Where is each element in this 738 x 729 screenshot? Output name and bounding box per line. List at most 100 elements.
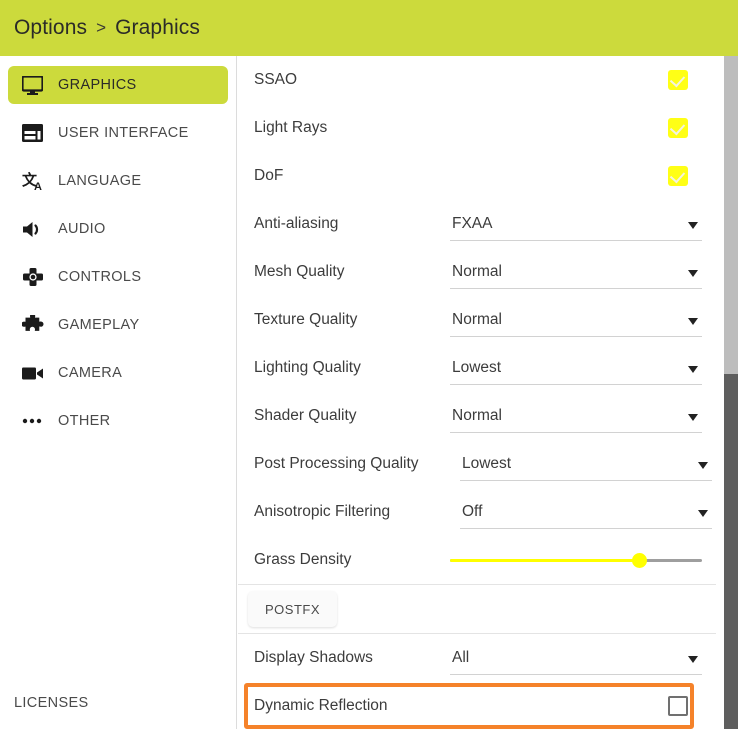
control-cell: FXAA (450, 200, 716, 248)
setting-row-display-shadows: Display Shadows All (238, 634, 716, 682)
licenses-link[interactable]: LICENSES (14, 695, 89, 711)
control-cell: Lowest (450, 344, 716, 392)
header-bar: Options > Graphics (0, 0, 738, 56)
chevron-down-icon (698, 509, 708, 517)
texture-quality-dropdown[interactable]: Normal (450, 303, 702, 337)
setting-row-ssao: SSAO (238, 56, 716, 104)
sidebar-item-label: GRAPHICS (58, 77, 137, 93)
speaker-icon (22, 218, 48, 240)
ssao-checkbox[interactable] (668, 70, 688, 90)
sidebar-item-user-interface[interactable]: USER INTERFACE (8, 114, 228, 152)
sidebar-item-graphics[interactable]: GRAPHICS (8, 66, 228, 104)
vertical-scrollbar[interactable] (716, 56, 738, 729)
control-cell: Normal (450, 248, 716, 296)
checkbox-cell (450, 166, 716, 186)
slider-thumb[interactable] (631, 552, 647, 568)
setting-label: Anisotropic Filtering (254, 503, 391, 520)
checkbox-cell (450, 696, 716, 716)
scrollbar-track[interactable] (724, 56, 738, 374)
dof-checkbox[interactable] (668, 166, 688, 186)
dropdown-value: Off (462, 502, 483, 520)
setting-label: Light Rays (254, 119, 328, 136)
monitor-icon (22, 74, 48, 96)
anisotropic-filtering-dropdown[interactable]: Off (460, 495, 712, 529)
control-cell: Normal (450, 392, 716, 440)
setting-label: Mesh Quality (254, 263, 345, 280)
chevron-down-icon (688, 317, 698, 325)
setting-label: Dynamic Reflection (254, 697, 388, 714)
breadcrumb-separator-icon: > (96, 18, 107, 37)
checkbox-cell (450, 70, 716, 90)
grass-density-slider[interactable] (450, 550, 702, 570)
settings-rows: SSAO Light Rays DoF Anti-aliasing FXAA M… (238, 56, 716, 729)
chevron-down-icon (688, 413, 698, 421)
sidebar-item-label: CAMERA (58, 365, 123, 381)
post-processing-quality-dropdown[interactable]: Lowest (460, 447, 712, 481)
light-rays-checkbox[interactable] (668, 118, 688, 138)
sidebar-item-label: LANGUAGE (58, 173, 142, 189)
dropdown-value: Lowest (462, 454, 512, 472)
anti-aliasing-dropdown[interactable]: FXAA (450, 207, 702, 241)
sidebar-item-other[interactable]: OTHER (8, 402, 228, 440)
sidebar-item-gameplay[interactable]: GAMEPLAY (8, 306, 228, 344)
setting-row-post-processing-quality: Post Processing Quality Lowest (238, 440, 716, 488)
control-cell: Lowest (460, 440, 716, 488)
setting-label: Display Shadows (254, 649, 373, 666)
scrollbar-thumb[interactable] (724, 374, 738, 729)
mesh-quality-dropdown[interactable]: Normal (450, 255, 702, 289)
setting-label: Anti-aliasing (254, 215, 339, 232)
tab-strip: POSTFX (238, 585, 716, 633)
options-screen: Options > Graphics GRAPHICS USER INTERFA… (0, 0, 738, 729)
dropdown-value: All (452, 648, 470, 666)
sidebar-item-controls[interactable]: CONTROLS (8, 258, 228, 296)
dropdown-value: Lowest (452, 358, 502, 376)
setting-row-dynamic-reflection: Dynamic Reflection (238, 682, 716, 729)
shader-quality-dropdown[interactable]: Normal (450, 399, 702, 433)
ellipsis-icon (22, 410, 48, 432)
dropdown-value: FXAA (452, 214, 493, 232)
sidebar-item-camera[interactable]: CAMERA (8, 354, 228, 392)
sidebar-item-label: CONTROLS (58, 269, 142, 285)
checkbox-cell (450, 118, 716, 138)
settings-panel: SSAO Light Rays DoF Anti-aliasing FXAA M… (238, 56, 716, 729)
chevron-down-icon (698, 461, 708, 469)
dynamic-reflection-checkbox[interactable] (668, 696, 688, 716)
video-camera-icon (22, 362, 48, 384)
chevron-down-icon (688, 655, 698, 663)
breadcrumb-item-options[interactable]: Options (14, 16, 87, 40)
setting-row-mesh-quality: Mesh Quality Normal (238, 248, 716, 296)
dropdown-value: Normal (452, 406, 502, 424)
puzzle-icon (22, 314, 48, 336)
svg-text:A: A (34, 181, 42, 192)
sidebar-item-label: USER INTERFACE (58, 125, 189, 141)
display-shadows-dropdown[interactable]: All (450, 641, 702, 675)
lighting-quality-dropdown[interactable]: Lowest (450, 351, 702, 385)
setting-row-anti-aliasing: Anti-aliasing FXAA (238, 200, 716, 248)
sidebar-item-audio[interactable]: AUDIO (8, 210, 228, 248)
chevron-down-icon (688, 269, 698, 277)
sidebar-item-label: AUDIO (58, 221, 106, 237)
setting-label: SSAO (254, 71, 298, 88)
dpad-icon (22, 266, 48, 288)
tab-postfx[interactable]: POSTFX (248, 591, 338, 627)
setting-row-anisotropic-filtering: Anisotropic Filtering Off (238, 488, 716, 536)
translate-icon: 文 A (22, 170, 48, 192)
breadcrumb-item-graphics[interactable]: Graphics (115, 16, 200, 40)
setting-label: Lighting Quality (254, 359, 361, 376)
dropdown-value: Normal (452, 310, 502, 328)
setting-row-dof: DoF (238, 152, 716, 200)
setting-label: Post Processing Quality (254, 455, 419, 472)
chevron-down-icon (688, 221, 698, 229)
sidebar-item-label: OTHER (58, 413, 111, 429)
setting-label: Grass Density (254, 551, 352, 568)
setting-row-light-rays: Light Rays (238, 104, 716, 152)
control-cell: Off (460, 488, 716, 536)
sidebar-item-language[interactable]: 文 A LANGUAGE (8, 162, 228, 200)
